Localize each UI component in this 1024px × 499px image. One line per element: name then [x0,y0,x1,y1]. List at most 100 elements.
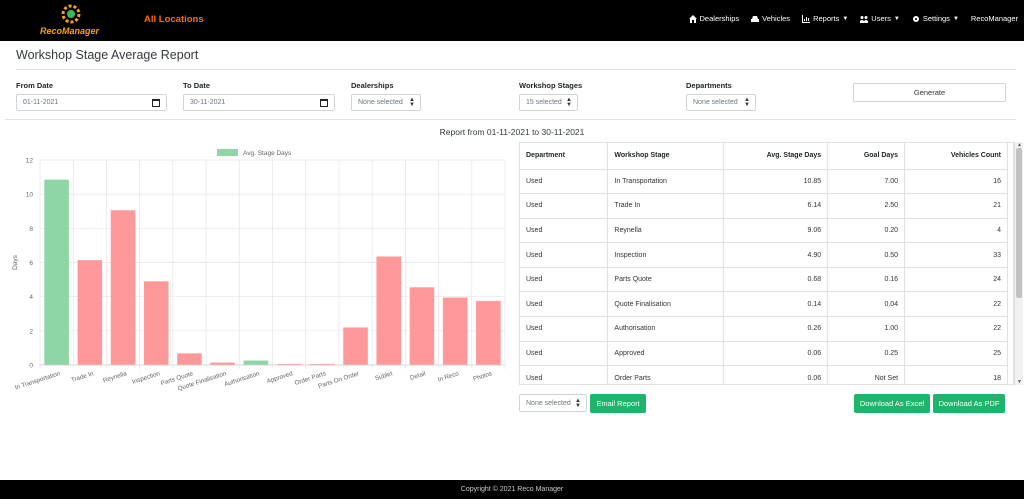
bar-photos [476,300,501,365]
table-cell: Used [520,291,609,318]
to-date-value: 30-11-2021 [190,99,226,106]
caret-down-icon: ▼ [842,15,849,22]
chart-icon [802,14,811,23]
gear-icon [912,15,919,22]
table-cell: 16 [904,169,1008,195]
bar-chart: Avg. Stage Days 0 2 4 6 8 10 12 Days In Transport… [12,149,506,393]
table-cell: 0.50 [827,242,906,268]
table-cell: In Transportation [607,169,725,195]
table-cell: Quote Finalisation [607,291,725,318]
table-body: Used In Transportation 10.85 7.00 16 Used Trad… [520,169,1008,384]
y-tick-label: 10 [26,192,34,199]
table-scrollbar[interactable]: ▲ ▼ [1014,142,1023,385]
to-date-label: To Date [183,81,210,90]
table-cell: 21 [904,193,1008,219]
from-date-label: From Date [16,81,54,90]
to-date-input[interactable]: 30-11-2021 [183,94,335,111]
divider [5,119,1016,120]
bar-trade-in [77,260,103,365]
caret-down-icon: ▼ [893,15,900,22]
footer: Copyright © 2021 Reco Manager [0,480,1024,499]
table-cell: 1.00 [827,316,906,342]
location-selector[interactable]: All Locations [144,14,204,25]
bar-sublet [376,256,402,365]
table-cell: Used [520,218,609,244]
dealerships-value: None selected [358,99,403,106]
nav-menu: Dealerships Vehicles Reports ▼ Users ▼ Setting… [677,14,1018,23]
departments-label: Departments [686,81,732,90]
nav-item-recomanager[interactable]: RecoManager [971,14,1018,23]
scroll-down-icon[interactable]: ▼ [1017,379,1022,385]
table-row: Used Approved 0.06 0.25 25 [520,341,1008,367]
nav-item-users[interactable]: Users ▼ [860,14,900,23]
x-tick-label: Authorisation [223,370,261,388]
updown-icon: ▲ ▼ [409,97,415,108]
nav-label: Dealerships [699,14,740,23]
email-recipients-value: None selected [526,399,571,407]
stages-label: Workshop Stages [519,81,583,90]
bar-in-reco [442,297,468,365]
table-row: Used Inspection 4.90 0.50 33 [520,242,1008,268]
y-tick-label: 2 [29,328,33,335]
x-tick-label: Trade In [70,370,95,384]
gear-logo-icon [61,4,81,24]
generate-button[interactable]: Generate [853,83,1006,102]
calendar-icon[interactable] [152,99,160,107]
x-tick-label: Inspection [131,370,161,386]
nav-item-vehicles[interactable]: Vehicles [751,14,790,23]
nav-item-dealerships[interactable]: Dealerships [688,14,740,23]
download-pdf-button[interactable]: Download As PDF [933,394,1005,413]
table-cell: Order Parts [607,365,725,384]
column-header[interactable]: Workshop Stage [607,143,725,170]
table-cell: 0.26 [723,316,829,342]
table-cell: Used [520,267,609,293]
email-recipients-select[interactable]: None selected ▲ ▼ [519,394,587,412]
dealerships-select[interactable]: None selected ▲ ▼ [351,94,421,111]
table-cell: 0.06 [723,365,829,384]
calendar-icon[interactable] [320,99,328,107]
bar-inspection [143,281,169,365]
table-cell: Used [520,365,609,384]
stages-select[interactable]: 15 selected ▲ ▼ [519,94,578,111]
brand-logo[interactable]: RecoManager [38,3,108,37]
x-tick-label: In Transportation [14,370,62,391]
download-excel-button[interactable]: Download As Excel [854,394,930,413]
page-title: Workshop Stage Average Report [16,48,199,62]
y-tick-label: 12 [26,158,34,165]
table-cell: Trade In [607,193,725,219]
y-tick-label: 8 [29,226,33,233]
email-report-button[interactable]: Email Report [590,394,646,413]
table-cell: Used [520,193,609,219]
home-icon [688,14,697,23]
x-tick-label: Photos [472,370,493,383]
bar-authorisation [243,360,269,365]
nav-label: Vehicles [762,14,791,23]
bar-parts-on-order [343,327,368,365]
report-table: Department Workshop Stage Avg. Stage Days G… [519,142,1014,385]
column-header[interactable]: Goal Days [827,143,906,170]
nav-item-settings[interactable]: Settings ▼ [912,14,959,23]
table-cell: 22 [904,291,1008,318]
table-cell: 2.50 [827,193,906,219]
bar-in-transportation [44,179,69,365]
nav-item-reports[interactable]: Reports ▼ [802,14,848,23]
departments-select[interactable]: None selected ▲ ▼ [686,94,756,111]
legend-label: Avg. Stage Days [243,150,292,157]
table-cell: 22 [904,316,1008,342]
table-row: Used Authorisation 0.26 1.00 22 [520,316,1008,342]
nav-label: Users [871,14,891,23]
table-cell: Used [520,169,609,195]
bar-reynella [110,210,136,365]
from-date-input[interactable]: 01-11-2021 [16,94,167,111]
table-row: Used Parts Quote 0.68 0.16 24 [520,267,1008,293]
column-header[interactable]: Department [520,143,609,170]
table-cell: 9.06 [723,218,829,244]
scroll-thumb[interactable] [1016,148,1022,298]
table-cell: Approved [607,341,725,367]
logo-text: RecoManager [40,26,100,36]
column-header[interactable]: Avg. Stage Days [723,143,829,170]
x-tick-label: Reynella [102,370,128,384]
column-header[interactable]: Vehicles Count [904,143,1008,170]
bar-parts-quote [177,353,202,365]
table-cell: Used [520,242,609,268]
